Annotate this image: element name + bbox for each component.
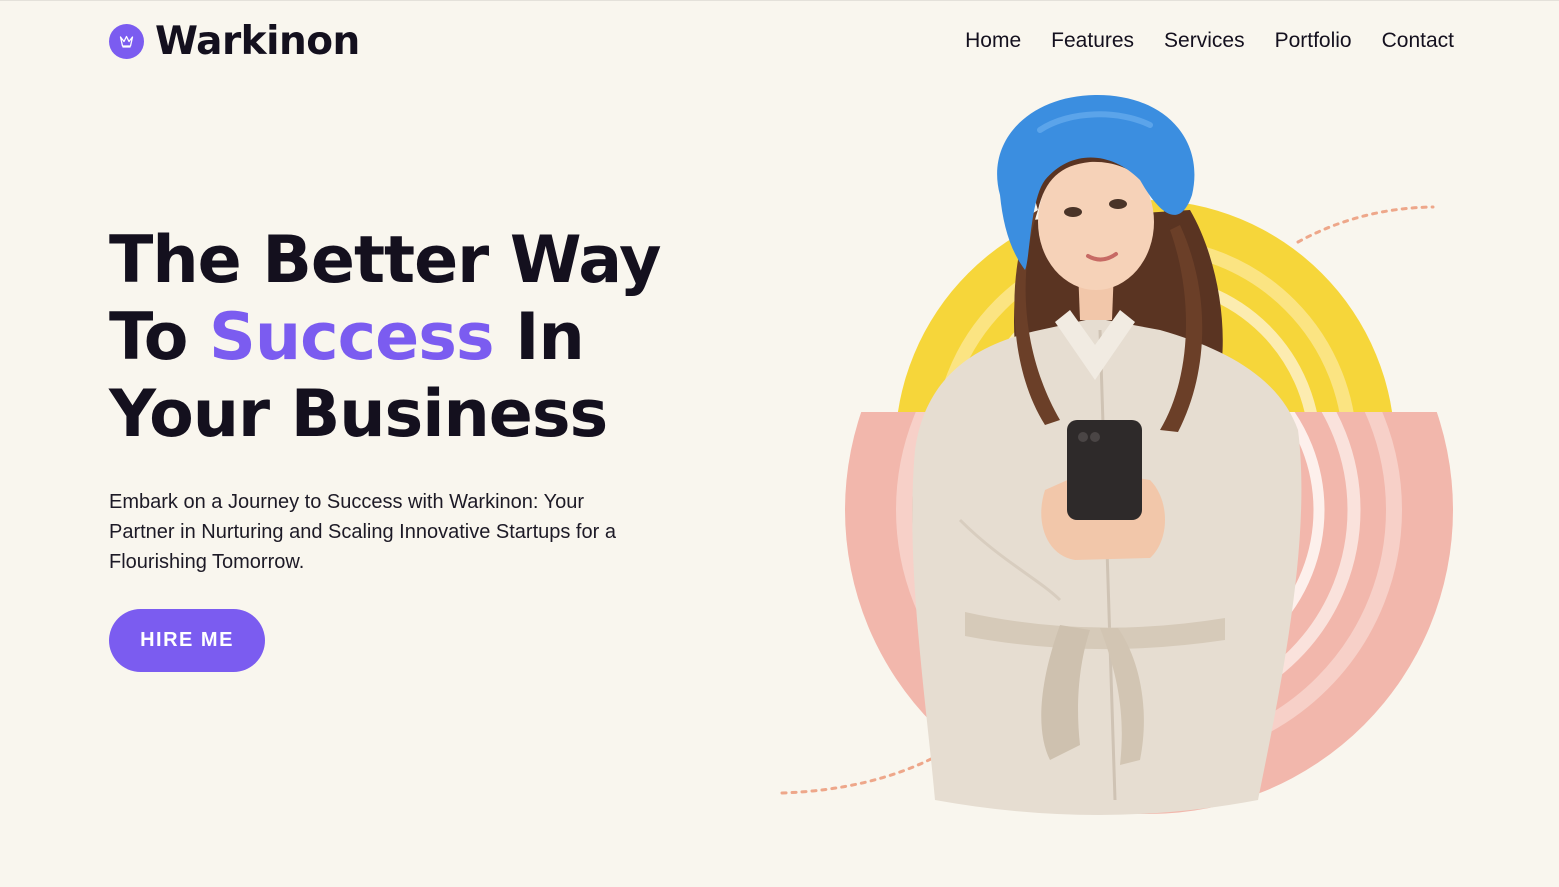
main-nav: Home Features Services Portfolio Contact — [965, 29, 1454, 53]
woman-figure — [912, 94, 1302, 815]
nav-item-home[interactable]: Home — [965, 29, 1021, 53]
crown-icon — [109, 23, 144, 59]
nav-item-features[interactable]: Features — [1051, 29, 1134, 53]
hero-illustration — [780, 94, 1453, 815]
headline-line-2-suffix: In — [493, 300, 584, 375]
hire-me-button[interactable]: HIRE ME — [109, 609, 265, 672]
nav-item-contact[interactable]: Contact — [1382, 29, 1454, 53]
hero-description: Embark on a Journey to Success with Wark… — [109, 491, 616, 573]
hero-headline: The Better Way To Success In Your Busine… — [109, 222, 661, 453]
headline-line-1: The Better Way — [109, 223, 661, 298]
brand-logo[interactable]: Warkinon — [109, 18, 360, 64]
nav-item-portfolio[interactable]: Portfolio — [1275, 29, 1352, 53]
dashed-arc-bottom — [780, 755, 937, 795]
headline-line-2-prefix: To — [109, 300, 209, 375]
top-border — [0, 0, 1559, 1]
dashed-arc-top — [1296, 205, 1435, 244]
headline-line-3: Your Business — [109, 377, 608, 452]
headline-accent-word: Success — [209, 300, 495, 375]
nav-item-services[interactable]: Services — [1164, 29, 1245, 53]
brand-name: Warkinon — [155, 18, 360, 64]
